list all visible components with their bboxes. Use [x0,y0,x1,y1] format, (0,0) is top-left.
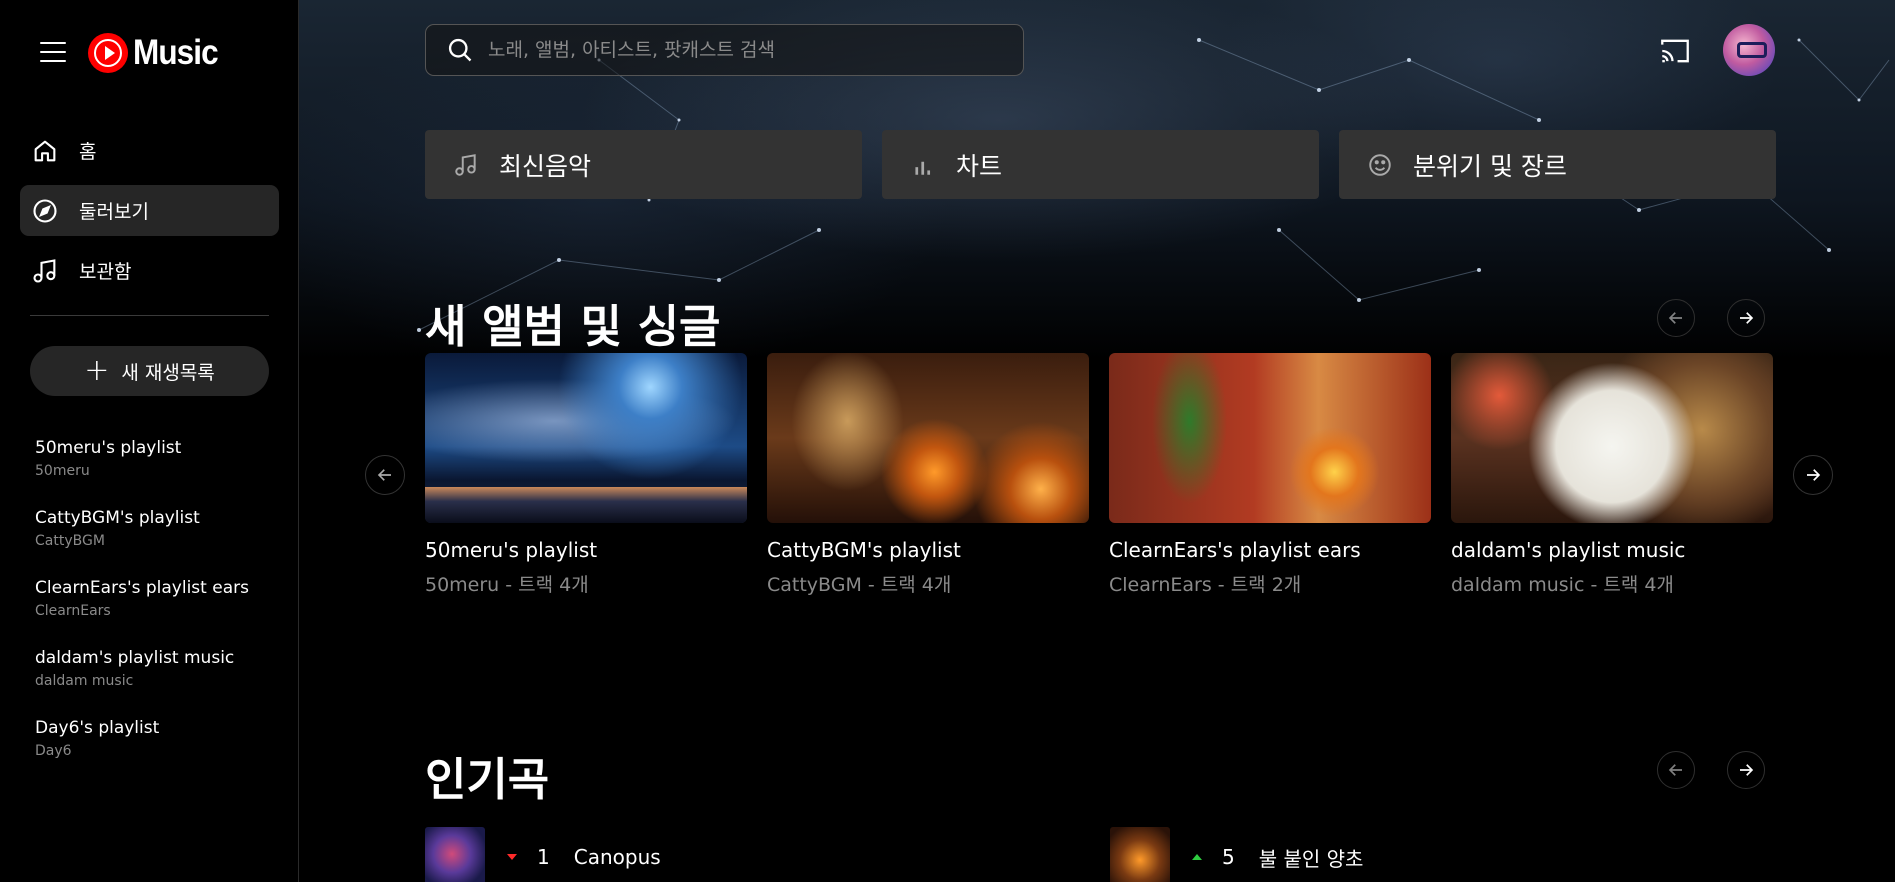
chip-label: 최신음악 [499,151,592,181]
album-subtitle: CattyBGM - 트랙 4개 [767,574,952,596]
category-chips: 최신음악 차트 분위기 및 장르 [425,130,1776,199]
playlist-title: Day6's playlist [35,718,160,738]
chip-charts[interactable]: 차트 [882,130,1319,199]
main-content: 최신음악 차트 분위기 및 장르 새 앨범 및 싱글 50meru's play… [299,0,1895,882]
sidebar-item-home[interactable]: 홈 [20,125,279,176]
album-thumbnail[interactable] [425,353,747,523]
sidebar-item-label: 홈 [79,141,97,163]
song-thumbnail[interactable] [1110,827,1170,882]
sidebar-playlist-item[interactable]: 50meru's playlist 50meru [35,438,285,508]
sidebar-playlists: 50meru's playlist 50meru CattyBGM's play… [35,438,285,788]
popular-next-button[interactable] [1727,751,1765,789]
arrow-right-icon [1807,469,1821,481]
album-thumbnail[interactable] [1109,353,1431,523]
search-icon [448,38,472,62]
album-card[interactable]: daldam's playlist music daldam music - 트… [1451,353,1773,597]
section-title-new-releases: 새 앨범 및 싱글 [425,300,721,353]
album-thumbnail[interactable] [767,353,1089,523]
sidebar-item-label: 보관함 [79,261,132,283]
playlist-title: ClearnEars's playlist ears [35,578,249,598]
album-subtitle: daldam music - 트랙 4개 [1451,574,1674,596]
sidebar-playlist-item[interactable]: CattyBGM's playlist CattyBGM [35,508,285,578]
music-note-icon [455,153,476,176]
arrow-right-icon [1740,312,1754,324]
avatar[interactable] [1723,24,1775,76]
album-title[interactable]: CattyBGM's playlist [767,538,1089,562]
search-bar[interactable] [425,24,1024,76]
sidebar-divider [30,315,269,316]
album-title[interactable]: 50meru's playlist [425,538,747,562]
popular-song-row[interactable]: 5 불 붙인 양초 [1110,827,1363,882]
compass-icon [33,198,57,223]
carousel-side-next-button[interactable] [1793,455,1833,495]
playlist-title: 50meru's playlist [35,438,182,458]
new-playlist-button[interactable]: + 새 재생목록 [30,346,269,396]
trend-up-icon [1192,854,1202,860]
sidebar-playlist-item[interactable]: ClearnEars's playlist ears ClearnEars [35,578,285,648]
playlist-owner: Day6 [35,743,72,759]
playlist-owner: 50meru [35,463,90,479]
chip-moods-genres[interactable]: 분위기 및 장르 [1339,130,1776,199]
song-title[interactable]: Canopus [574,845,661,869]
album-card[interactable]: CattyBGM's playlist CattyBGM - 트랙 4개 [767,353,1089,597]
song-title[interactable]: 불 붙인 양초 [1259,843,1364,872]
trend-down-icon [507,854,517,860]
album-title[interactable]: daldam's playlist music [1451,538,1773,562]
search-input[interactable] [488,39,988,61]
cast-icon[interactable] [1659,37,1691,65]
playlist-owner: ClearnEars [35,603,111,619]
menu-icon[interactable] [40,42,66,62]
playlist-owner: daldam music [35,673,134,689]
sidebar-item-explore[interactable]: 둘러보기 [20,185,279,236]
plus-icon: + [84,353,110,388]
sidebar-item-library[interactable]: 보관함 [20,245,279,296]
album-card[interactable]: ClearnEars's playlist ears ClearnEars - … [1109,353,1431,597]
music-note-icon [33,258,56,283]
album-title[interactable]: ClearnEars's playlist ears [1109,538,1431,562]
arrow-left-icon [1668,312,1682,324]
carousel-prev-button[interactable] [1657,299,1695,337]
bar-chart-icon [915,161,931,175]
song-rank: 1 [537,845,550,869]
sidebar-playlist-item[interactable]: daldam's playlist music daldam music [35,648,285,718]
new-playlist-label: 새 재생목록 [121,361,215,384]
album-card[interactable]: 50meru's playlist 50meru - 트랙 4개 [425,353,747,597]
chip-label: 분위기 및 장르 [1413,151,1567,181]
sidebar: Music 홈 둘러보기 보관함 + 새 재생목록 50meru's playl… [0,0,299,882]
arrow-left-icon [1668,764,1682,776]
carousel-next-button[interactable] [1727,299,1765,337]
arrow-right-icon [1740,764,1754,776]
youtube-music-logo[interactable]: Music [88,33,227,73]
album-subtitle: 50meru - 트랙 4개 [425,574,589,596]
section-title-popular: 인기곡 [425,753,550,806]
sidebar-playlist-item[interactable]: Day6's playlist Day6 [35,718,285,788]
youtube-music-logo-icon [88,33,128,73]
chip-new-music[interactable]: 최신음악 [425,130,862,199]
smile-icon [1369,153,1391,176]
playlist-title: CattyBGM's playlist [35,508,200,528]
arrow-left-icon [377,469,391,481]
new-releases-carousel: 50meru's playlist 50meru - 트랙 4개 CattyBG… [425,353,1773,597]
carousel-side-prev-button[interactable] [365,455,405,495]
song-thumbnail[interactable] [425,827,485,882]
popular-prev-button[interactable] [1657,751,1695,789]
playlist-owner: CattyBGM [35,533,105,549]
album-subtitle: ClearnEars - 트랙 2개 [1109,574,1302,596]
logo-text: Music [133,33,219,72]
playlist-title: daldam's playlist music [35,648,235,668]
chip-label: 차트 [956,151,1003,181]
album-thumbnail[interactable] [1451,353,1773,523]
home-icon [34,140,56,161]
song-rank: 5 [1222,845,1235,869]
sidebar-nav: 홈 둘러보기 보관함 [20,125,279,305]
popular-song-row[interactable]: 1 Canopus [425,827,661,882]
sidebar-item-label: 둘러보기 [79,201,149,223]
